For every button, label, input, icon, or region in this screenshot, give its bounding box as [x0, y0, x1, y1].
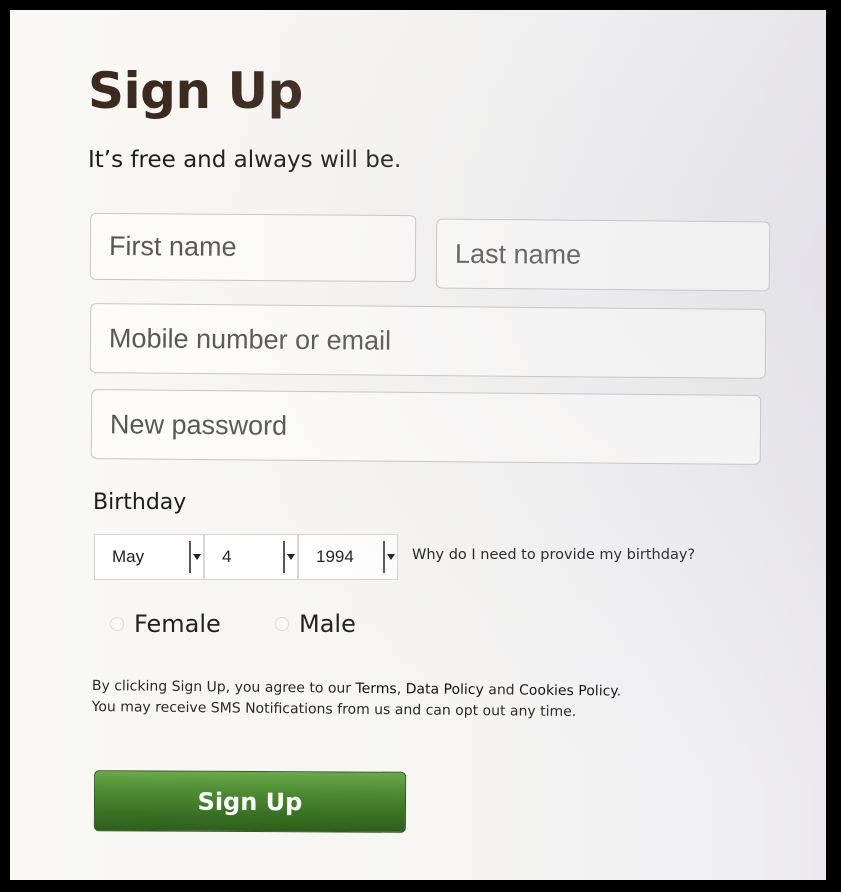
mobile-or-email-field[interactable] [89, 303, 767, 379]
chevron-down-icon [283, 541, 297, 573]
last-name-field[interactable] [435, 218, 771, 292]
birthday-year-select[interactable]: 1994 [298, 534, 398, 580]
photo-frame: Sign Up It’s free and always will be. Bi… [0, 0, 841, 892]
new-password-field[interactable] [90, 389, 762, 465]
data-policy-link[interactable]: Data Policy [406, 681, 484, 698]
male-label: Male [299, 610, 356, 638]
chevron-down-icon [383, 541, 397, 573]
female-radio[interactable] [110, 617, 124, 631]
birthday-month-select[interactable]: May [94, 534, 204, 580]
cookies-policy-link[interactable]: Cookies Policy [519, 682, 617, 699]
sign-up-button[interactable]: Sign Up [93, 770, 407, 833]
terms-prefix: By clicking Sign Up, you agree to our [91, 677, 356, 697]
male-radio[interactable] [275, 617, 289, 631]
birthday-day-select[interactable]: 4 [204, 534, 298, 580]
why-birthday-link[interactable]: Why do I need to provide my birthday? [412, 546, 702, 565]
new-password-input[interactable] [109, 408, 743, 446]
gender-male-option[interactable]: Male [275, 610, 356, 638]
gender-female-option[interactable]: Female [110, 610, 221, 638]
page-subtitle: It’s free and always will be. [88, 147, 402, 173]
last-name-input[interactable] [454, 238, 752, 272]
terms-and: and [483, 682, 520, 699]
first-name-field[interactable] [89, 212, 417, 283]
chevron-down-icon [189, 541, 203, 573]
birthday-month-value: May [112, 547, 145, 566]
signup-page: Sign Up It’s free and always will be. Bi… [10, 10, 826, 880]
terms-link[interactable]: Terms [355, 681, 396, 697]
terms-sep: , [396, 681, 406, 698]
terms-notice: By clicking Sign Up, you agree to our Te… [92, 676, 632, 724]
birthday-label: Birthday [93, 490, 187, 515]
first-name-input[interactable] [108, 230, 398, 265]
female-label: Female [134, 610, 221, 638]
birthday-year-value: 1994 [316, 547, 354, 566]
birthday-day-value: 4 [222, 547, 232, 566]
mobile-or-email-input[interactable] [108, 322, 748, 360]
page-title: Sign Up [88, 62, 303, 120]
